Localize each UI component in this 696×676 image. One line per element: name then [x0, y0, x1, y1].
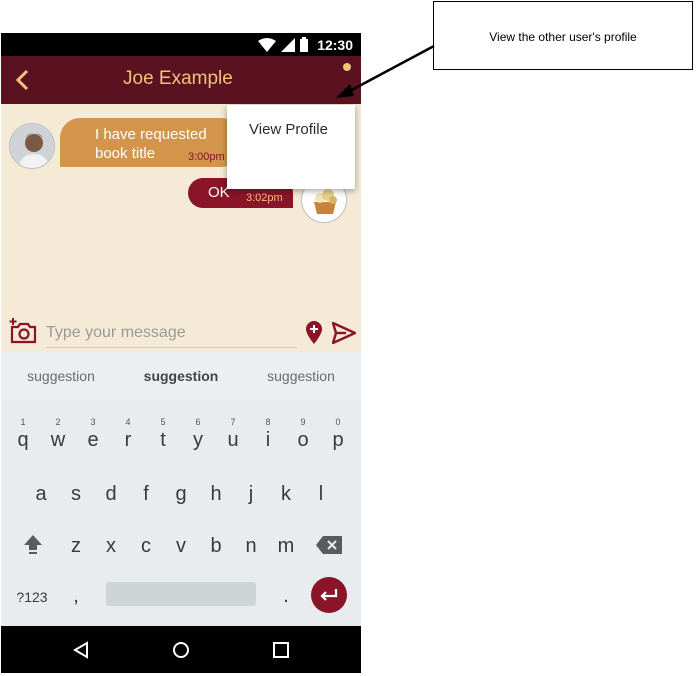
signal-icon	[281, 37, 296, 52]
key[interactable]: f	[129, 483, 163, 506]
comma-key[interactable]: ,	[59, 585, 93, 608]
back-arrow-icon	[15, 69, 29, 91]
key[interactable]: l	[304, 483, 338, 506]
enter-icon	[320, 589, 338, 601]
shift-key[interactable]	[16, 533, 50, 559]
key[interactable]: 9o	[286, 417, 320, 452]
key[interactable]: 0p	[321, 417, 355, 452]
key[interactable]: j	[234, 483, 268, 506]
app-bar: Joe Example	[1, 56, 361, 104]
page-title: Joe Example	[123, 68, 233, 89]
key[interactable]: a	[24, 483, 58, 506]
key[interactable]: k	[269, 483, 303, 506]
suggestion-item[interactable]: suggestion	[241, 368, 361, 384]
key[interactable]: v	[164, 535, 198, 558]
key[interactable]: b	[199, 535, 233, 558]
incoming-message-bubble: I have requested book title 3:00pm	[60, 118, 243, 167]
overflow-menu: View Profile	[227, 105, 355, 189]
key[interactable]: 6y	[181, 417, 215, 452]
key[interactable]: 2w	[41, 417, 75, 452]
key[interactable]: 5t	[146, 417, 180, 452]
send-icon	[331, 321, 357, 345]
keyboard: 1q 2w 3e 4r 5t 6y 7u 8i 9o 0p a s d f g …	[1, 400, 361, 626]
message-time: 3:02pm	[246, 192, 283, 204]
key[interactable]: g	[164, 483, 198, 506]
key[interactable]: n	[234, 535, 268, 558]
symbols-key[interactable]: ?123	[10, 589, 54, 605]
key[interactable]: z	[59, 535, 93, 558]
key[interactable]: s	[59, 483, 93, 506]
back-button[interactable]	[7, 65, 37, 95]
battery-icon	[300, 37, 309, 52]
key[interactable]: 8i	[251, 417, 285, 452]
nav-recents-button[interactable]	[269, 638, 293, 662]
location-button[interactable]	[304, 320, 324, 344]
nav-home-button[interactable]	[169, 638, 193, 662]
message-composer	[1, 314, 361, 352]
key[interactable]: h	[199, 483, 233, 506]
key[interactable]: x	[94, 535, 128, 558]
suggestion-item[interactable]: suggestion	[121, 368, 241, 384]
status-time: 12:30	[317, 36, 353, 53]
shift-icon	[24, 535, 42, 554]
send-button[interactable]	[331, 321, 357, 345]
key[interactable]: c	[129, 535, 163, 558]
camera-button[interactable]	[9, 318, 37, 344]
wifi-icon	[258, 37, 277, 52]
key[interactable]: 4r	[111, 417, 145, 452]
key[interactable]: m	[269, 535, 303, 558]
camera-add-icon	[9, 318, 37, 344]
backspace-key[interactable]	[312, 536, 346, 560]
view-profile-menu-item[interactable]: View Profile	[249, 121, 328, 138]
enter-key[interactable]	[311, 577, 347, 613]
key[interactable]: 7u	[216, 417, 250, 452]
backspace-icon	[316, 536, 342, 554]
location-pin-add-icon	[306, 321, 322, 344]
suggestion-strip: suggestion suggestion suggestion	[1, 352, 361, 400]
annotation-text: View the other user's profile	[489, 30, 637, 44]
spacebar[interactable]	[106, 582, 256, 606]
key[interactable]: 1q	[6, 417, 40, 452]
nav-home-icon	[173, 642, 189, 658]
nav-back-icon	[73, 641, 88, 659]
navigation-bar	[1, 626, 361, 673]
overflow-menu-icon[interactable]	[343, 63, 351, 71]
nav-back-button[interactable]	[71, 638, 95, 662]
period-key[interactable]: .	[269, 585, 303, 608]
message-time: 3:00pm	[188, 151, 225, 163]
key[interactable]: 3e	[76, 417, 110, 452]
avatar-photo-icon	[10, 124, 54, 168]
annotation-callout: View the other user's profile	[433, 1, 693, 70]
suggestion-item[interactable]: suggestion	[1, 368, 121, 384]
phone-screen: 12:30 Joe Example I have requested book …	[1, 33, 361, 673]
key[interactable]: d	[94, 483, 128, 506]
avatar[interactable]	[9, 123, 55, 169]
status-bar: 12:30	[1, 33, 361, 56]
nav-recents-icon	[273, 642, 289, 658]
message-input[interactable]	[46, 318, 297, 348]
